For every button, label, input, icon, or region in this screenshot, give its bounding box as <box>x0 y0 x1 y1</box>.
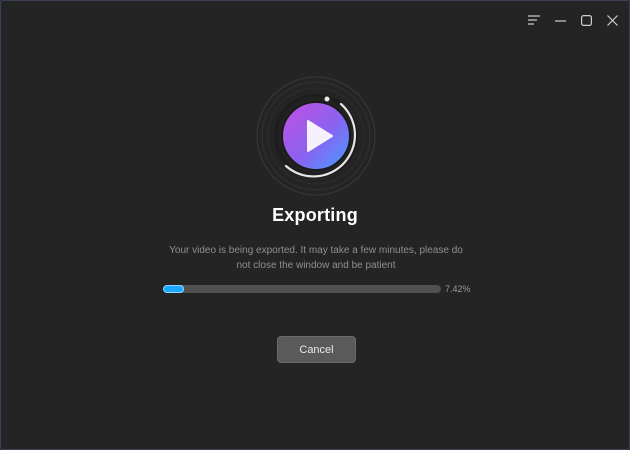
window-controls <box>525 11 621 29</box>
play-icon <box>256 76 376 196</box>
export-progress-fill <box>163 285 184 293</box>
export-window: Exporting Your video is being exported. … <box>0 0 630 450</box>
export-animation <box>256 76 376 196</box>
menu-icon[interactable] <box>525 11 543 29</box>
export-progress-label: 7.42% <box>445 284 471 294</box>
export-description: Your video is being exported. It may tak… <box>169 245 463 271</box>
minimize-icon[interactable] <box>551 11 569 29</box>
export-progress-bar <box>163 285 441 293</box>
cancel-button[interactable]: Cancel <box>277 336 356 363</box>
page-title: Exporting <box>272 205 358 225</box>
maximize-icon[interactable] <box>577 11 595 29</box>
close-icon[interactable] <box>603 11 621 29</box>
